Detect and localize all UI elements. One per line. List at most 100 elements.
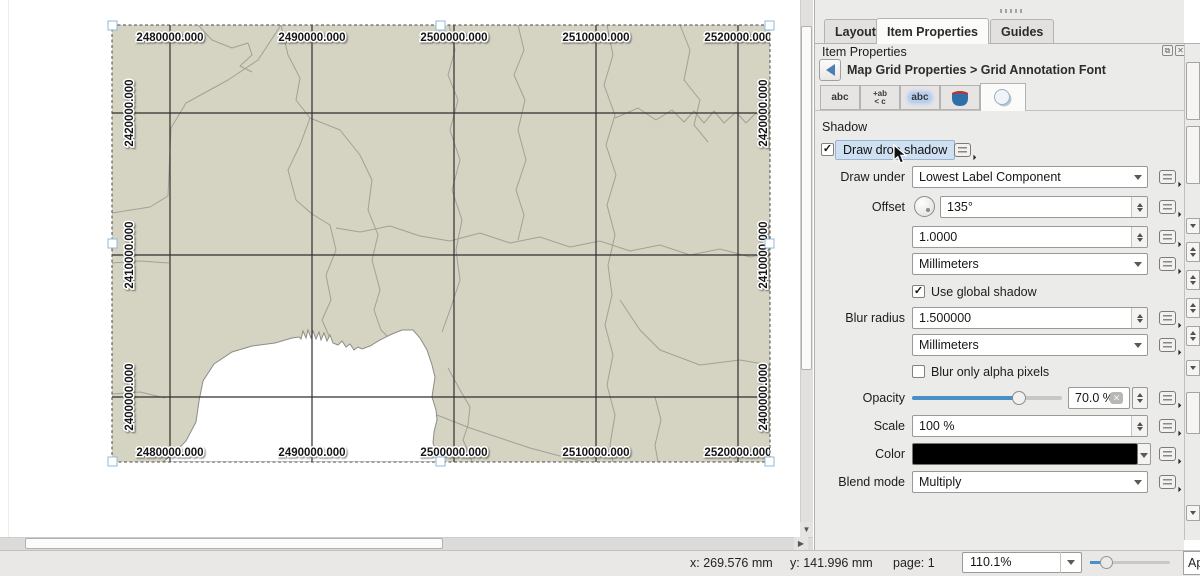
shadow-tab-icon xyxy=(992,88,1014,108)
zoom-combo-arrow-icon[interactable] xyxy=(1060,552,1080,573)
tab-buffer[interactable]: abc xyxy=(900,85,940,110)
override-icon[interactable] xyxy=(1159,170,1176,184)
blur-alpha-label[interactable]: Blur only alpha pixels xyxy=(931,365,1049,379)
tab-item-properties[interactable]: Item Properties xyxy=(876,18,989,44)
grid-label: 2420000.000 xyxy=(124,79,136,146)
tab-item-properties-label: Item Properties xyxy=(887,25,978,39)
offset-units-value: Millimeters xyxy=(919,257,979,271)
opacity-slider-handle[interactable] xyxy=(1012,391,1026,405)
clipped-widget xyxy=(1186,392,1200,434)
blur-units-value: Millimeters xyxy=(919,338,979,352)
offset-angle-dial[interactable] xyxy=(914,196,935,217)
tab-guides[interactable]: Guides xyxy=(990,19,1054,43)
scale-value: 100 % xyxy=(919,419,954,433)
status-x-coordinate: x: 269.576 mm xyxy=(690,556,773,570)
clear-icon[interactable]: ✕ xyxy=(1110,392,1123,404)
chevron-down-icon xyxy=(1134,175,1142,180)
status-y-coordinate: y: 141.996 mm xyxy=(790,556,873,570)
canvas-vscrollbar-thumb[interactable] xyxy=(801,26,812,370)
override-icon[interactable] xyxy=(1159,475,1176,489)
tab-formatting[interactable]: +ab< c xyxy=(860,85,900,110)
clipped-widget xyxy=(1186,126,1200,184)
grid-label: 2420000.000 xyxy=(758,79,770,146)
offset-label: Offset xyxy=(815,196,905,218)
override-icon[interactable] xyxy=(1159,338,1176,352)
grid-label: 2490000.000 xyxy=(278,32,345,44)
grid-label: 2410000.000 xyxy=(124,221,136,288)
blend-mode-select[interactable]: Multiply xyxy=(912,471,1148,493)
spin-arrows-icon[interactable] xyxy=(1131,227,1147,247)
zoom-slider-handle[interactable] xyxy=(1100,556,1113,569)
offset-units-select[interactable]: Millimeters xyxy=(912,253,1148,275)
color-dropdown-button[interactable] xyxy=(1138,443,1151,465)
canvas-hscrollbar-thumb[interactable] xyxy=(25,538,443,549)
blur-radius-spinbox[interactable]: 1.500000 xyxy=(912,307,1148,329)
buffer-tab-icon: abc xyxy=(908,92,931,103)
tab-background[interactable] xyxy=(940,85,980,110)
offset-angle-spinbox[interactable]: 135° xyxy=(940,196,1148,218)
use-global-shadow-label[interactable]: Use global shadow xyxy=(931,285,1037,299)
blur-alpha-checkbox[interactable] xyxy=(912,365,925,378)
background-tab-icon xyxy=(950,89,970,107)
offset-angle-value: 135° xyxy=(947,200,973,214)
scale-spinbox[interactable]: 100 % xyxy=(912,415,1148,437)
spin-arrows-icon[interactable] xyxy=(1131,308,1147,328)
blend-mode-value: Multiply xyxy=(919,475,961,489)
tab-layout-label: Layout xyxy=(835,25,876,39)
color-swatch-button[interactable] xyxy=(912,443,1138,465)
tab-font[interactable]: abc xyxy=(820,85,860,110)
override-icon[interactable] xyxy=(1159,257,1176,271)
scale-label: Scale xyxy=(815,415,905,437)
tab-shadow[interactable] xyxy=(980,83,1026,111)
draw-drop-shadow-checkbox[interactable]: ✓ xyxy=(821,143,834,156)
blur-units-select[interactable]: Millimeters xyxy=(912,334,1148,356)
tab-guides-label: Guides xyxy=(1001,25,1043,39)
opacity-spinbox[interactable]: 70.0 %✕ xyxy=(1068,387,1130,409)
chevron-down-icon xyxy=(1134,343,1142,348)
chevron-down-icon xyxy=(1134,262,1142,267)
map-item[interactable]: 2480000.000 2490000.000 2500000.000 2510… xyxy=(100,14,790,474)
grid-label: 2500000.000 xyxy=(420,32,487,44)
font-tab-icon: abc xyxy=(831,92,848,103)
clipped-widget xyxy=(1186,298,1200,318)
chevron-down-icon xyxy=(1140,453,1148,458)
chevron-down-icon xyxy=(1134,480,1142,485)
override-icon[interactable] xyxy=(1159,311,1176,325)
override-icon[interactable] xyxy=(954,143,971,157)
draw-under-value: Lowest Label Component xyxy=(919,170,1061,184)
scroll-right-arrow-icon[interactable]: ▶ xyxy=(794,537,808,550)
shadow-heading: Shadow xyxy=(822,120,867,134)
grid-label: 2480000.000 xyxy=(136,447,203,459)
clipped-widget xyxy=(1186,360,1200,376)
grid-label: 2520000.000 xyxy=(704,447,771,459)
override-icon[interactable] xyxy=(1159,447,1176,461)
override-icon[interactable] xyxy=(1159,230,1176,244)
grid-label: 2480000.000 xyxy=(136,32,203,44)
dock-float-icon[interactable]: ⧉ xyxy=(1162,45,1173,56)
blend-mode-label: Blend mode xyxy=(815,471,905,493)
override-icon[interactable] xyxy=(1159,419,1176,433)
offset-distance-spinbox[interactable]: 1.0000 xyxy=(912,226,1148,248)
scroll-down-arrow-icon[interactable]: ▼ xyxy=(800,522,813,537)
grid-label: 2500000.000 xyxy=(420,447,487,459)
clipped-status-widget: Ap xyxy=(1183,551,1200,575)
use-global-shadow-checkbox[interactable]: ✓ xyxy=(912,285,925,298)
draw-under-label: Draw under xyxy=(815,166,905,188)
grid-label: 2490000.000 xyxy=(278,447,345,459)
qgis-layout-window: 2480000.000 2490000.000 2500000.000 2510… xyxy=(0,0,1200,576)
spin-arrows-icon[interactable] xyxy=(1131,416,1147,436)
grid-label: 2400000.000 xyxy=(758,363,770,430)
spin-arrows-icon[interactable] xyxy=(1132,387,1148,409)
blur-radius-label: Blur radius xyxy=(815,307,905,329)
page-edge xyxy=(8,0,9,537)
mouse-cursor xyxy=(893,144,908,165)
opacity-value: 70.0 % xyxy=(1075,391,1114,405)
override-icon[interactable] xyxy=(1159,200,1176,214)
override-icon[interactable] xyxy=(1159,391,1176,405)
draw-under-select[interactable]: Lowest Label Component xyxy=(912,166,1148,188)
dock-drag-handle[interactable] xyxy=(1000,9,1022,13)
breadcrumb: Map Grid Properties > Grid Annotation Fo… xyxy=(847,63,1106,77)
tabbar-divider xyxy=(814,43,1200,44)
blur-radius-value: 1.500000 xyxy=(919,311,971,325)
spin-arrows-icon[interactable] xyxy=(1131,197,1147,217)
